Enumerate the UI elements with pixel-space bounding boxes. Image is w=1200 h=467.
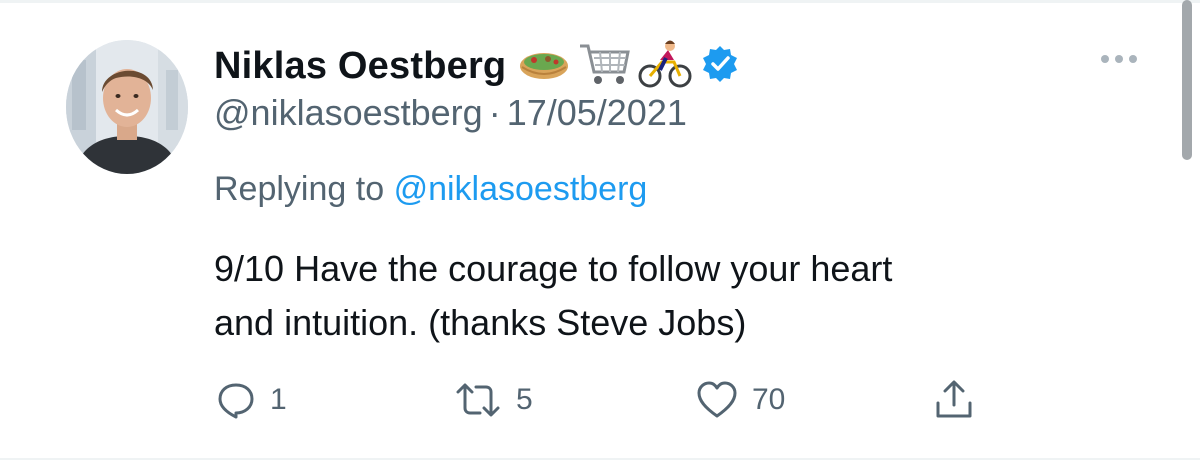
retweet-count: 5 bbox=[516, 383, 533, 416]
verified-badge-icon bbox=[700, 44, 740, 89]
heart-icon bbox=[697, 381, 737, 418]
tweet-text: 9/10 Have the courage to follow your hea… bbox=[214, 242, 1114, 350]
tweet-actions: 1 5 70 bbox=[0, 372, 1200, 428]
reply-button[interactable]: 1 bbox=[216, 372, 287, 428]
more-options-button[interactable] bbox=[1096, 44, 1142, 74]
author-name-row[interactable]: Niklas Oestberg bbox=[214, 38, 740, 94]
shopping-cart-icon bbox=[576, 40, 632, 93]
avatar-photo bbox=[66, 40, 188, 174]
share-icon bbox=[936, 380, 972, 418]
reply-mention-link[interactable]: @niklasoestberg bbox=[394, 170, 648, 208]
replying-to-label: Replying to bbox=[214, 170, 385, 208]
share-button[interactable] bbox=[934, 372, 974, 428]
tweet-date[interactable]: 17/05/2021 bbox=[507, 92, 687, 133]
tweet-text-line: 9/10 Have the courage to follow your hea… bbox=[214, 248, 893, 289]
like-count: 70 bbox=[752, 383, 786, 416]
meta-separator: · bbox=[488, 92, 501, 133]
author-meta: @niklasoestberg · 17/05/2021 bbox=[214, 92, 687, 134]
retweet-button[interactable]: 5 bbox=[454, 372, 533, 428]
more-dots-icon bbox=[1101, 55, 1137, 63]
bottom-divider bbox=[0, 458, 1200, 460]
burrito-emoji-icon bbox=[518, 47, 570, 86]
avatar[interactable] bbox=[66, 40, 188, 174]
replying-to: Replying to @niklasoestberg bbox=[214, 170, 647, 209]
author-display-name[interactable]: Niklas Oestberg bbox=[214, 45, 506, 88]
top-divider bbox=[0, 0, 1200, 3]
like-button[interactable]: 70 bbox=[696, 372, 785, 428]
retweet-icon bbox=[456, 383, 500, 417]
reply-count: 1 bbox=[270, 383, 287, 416]
reply-icon bbox=[218, 383, 254, 419]
cyclist-icon bbox=[638, 38, 692, 95]
tweet-card: Niklas Oestberg @niklasoestberg · 17/05/… bbox=[0, 0, 1200, 467]
name-emojis bbox=[518, 38, 692, 95]
tweet-text-line: and intuition. (thanks Steve Jobs) bbox=[214, 302, 747, 343]
author-handle[interactable]: @niklasoestberg bbox=[214, 92, 483, 133]
scrollbar[interactable] bbox=[1182, 0, 1192, 160]
